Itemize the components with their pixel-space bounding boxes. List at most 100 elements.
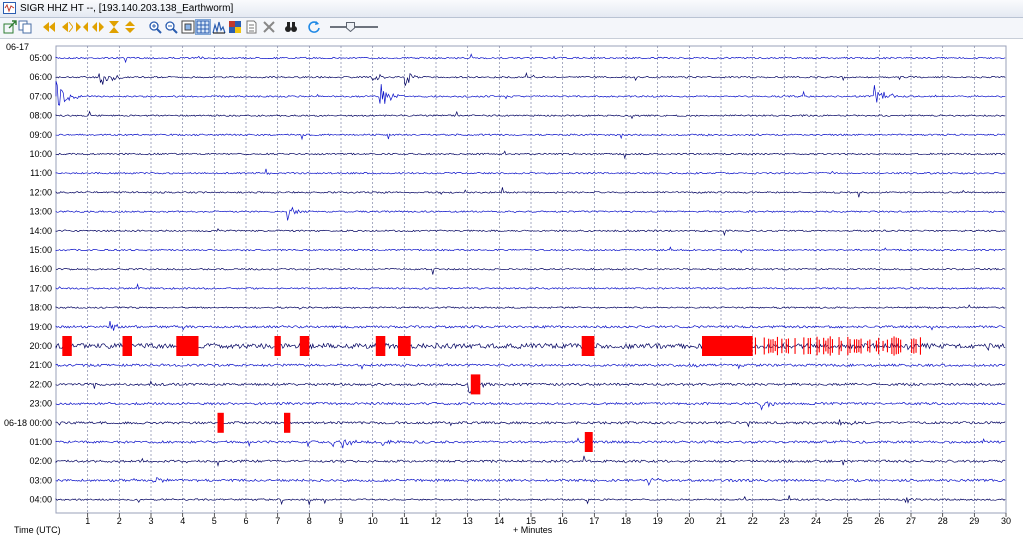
- minute-tick-label: 9: [338, 516, 343, 526]
- clipped-signal: [860, 338, 862, 354]
- clipped-signal: [217, 412, 224, 433]
- minute-tick-label: 23: [779, 516, 789, 526]
- export-icon[interactable]: [3, 20, 17, 34]
- clipped-signal: [816, 336, 818, 356]
- hour-label: 14:00: [29, 226, 52, 236]
- clipped-signal: [284, 412, 291, 433]
- trace-row: [55, 362, 1006, 370]
- clipped-signal: [818, 339, 820, 353]
- trace-row: [55, 110, 1006, 120]
- minute-tick-label: 10: [368, 516, 378, 526]
- clipped-signal: [176, 336, 199, 356]
- hourglass-icon[interactable]: [107, 20, 121, 34]
- fit-page-icon[interactable]: [181, 20, 195, 34]
- minute-tick-label: 7: [275, 516, 280, 526]
- trace-row: [55, 72, 1006, 86]
- clipped-signal: [869, 339, 871, 353]
- zoom-in-icon[interactable]: [148, 20, 162, 34]
- hour-label: 19:00: [29, 322, 52, 332]
- rewind-fast-icon[interactable]: [42, 20, 56, 34]
- minute-tick-label: 21: [716, 516, 726, 526]
- hour-label: 11:00: [30, 168, 52, 178]
- hour-label: 13:00: [29, 207, 52, 217]
- hour-label: 21:00: [29, 360, 52, 370]
- clipped-signal: [911, 339, 913, 353]
- zoom-out-icon[interactable]: [164, 20, 178, 34]
- clipped-signal: [776, 336, 778, 356]
- hour-label: 20:00: [29, 341, 52, 351]
- clipped-signal: [895, 337, 897, 355]
- trace-row: [55, 380, 1006, 394]
- clip-layer: [62, 336, 921, 452]
- minute-tick-label: 14: [494, 516, 504, 526]
- minute-tick-label: 3: [148, 516, 153, 526]
- minute-tick-label: 8: [307, 516, 312, 526]
- minute-tick-label: 27: [906, 516, 916, 526]
- close-icon[interactable]: [262, 20, 276, 34]
- minute-tick-label: 16: [558, 516, 568, 526]
- clipped-signal: [770, 339, 772, 353]
- minute-tick-label: 6: [243, 516, 248, 526]
- trace-row: [55, 419, 1006, 428]
- minute-tick-label: 19: [653, 516, 663, 526]
- trace-row: [55, 246, 1006, 254]
- minute-tick-label: 12: [431, 516, 441, 526]
- trace-row: [55, 168, 1006, 176]
- clipped-signal: [823, 337, 825, 355]
- clipped-signal: [702, 336, 753, 356]
- toolbar: [0, 18, 1023, 39]
- clipped-signal: [581, 336, 595, 356]
- grid-view-icon[interactable]: [195, 19, 211, 35]
- clipped-signal: [875, 340, 877, 352]
- clipped-signal: [398, 336, 411, 356]
- hour-label: 22:00: [29, 379, 52, 389]
- hour-label: 06:00: [29, 72, 52, 82]
- minute-tick-label: 28: [938, 516, 948, 526]
- date-label-top: 06-17: [6, 42, 29, 52]
- clipped-signal: [919, 337, 921, 355]
- clipped-signal: [763, 337, 765, 355]
- vertical-expand-icon[interactable]: [123, 20, 137, 34]
- minute-tick-label: 26: [874, 516, 884, 526]
- minute-tick-label: 22: [748, 516, 758, 526]
- trace-row: [55, 321, 1006, 331]
- clipped-signal: [807, 338, 809, 354]
- clipped-signal: [122, 336, 132, 356]
- clipped-signal: [858, 339, 860, 353]
- trace-row: [55, 187, 1006, 198]
- refresh-icon[interactable]: [307, 20, 321, 34]
- trace-row: [55, 206, 1006, 221]
- clipped-signal: [831, 339, 833, 353]
- clipped-signal: [787, 338, 789, 354]
- trace-row: [55, 401, 1006, 411]
- minute-tick-label: 5: [212, 516, 217, 526]
- expand-icon[interactable]: [91, 20, 105, 34]
- hour-label: 01:00: [29, 437, 52, 447]
- clipped-signal: [849, 339, 851, 353]
- hour-label: 09:00: [29, 130, 52, 140]
- hour-label: 17:00: [29, 283, 52, 293]
- copy-icon[interactable]: [18, 20, 32, 34]
- spectrum-icon[interactable]: [212, 20, 226, 34]
- clipped-signal: [794, 338, 796, 354]
- shrink-icon[interactable]: [75, 20, 89, 34]
- rewind-icon[interactable]: [59, 20, 73, 34]
- color-map-icon[interactable]: [228, 20, 242, 34]
- clipped-signal: [785, 339, 787, 353]
- minute-tick-label: 1: [85, 516, 90, 526]
- page-icon[interactable]: [244, 20, 258, 34]
- title-bar: SIGR HHZ HT --, [193.140.203.138_Earthwo…: [0, 0, 1023, 18]
- hour-label: 16:00: [29, 264, 52, 274]
- clipped-signal: [62, 336, 72, 356]
- binoculars-icon[interactable]: [284, 20, 298, 34]
- clipped-signal: [878, 337, 880, 355]
- zoom-slider[interactable]: [330, 22, 378, 33]
- minute-tick-label: 25: [843, 516, 853, 526]
- clipped-signal: [768, 338, 770, 354]
- slider-thumb[interactable]: [346, 22, 355, 33]
- helicorder-plot[interactable]: 06-17 05:00 06:00 07:00 08:00 09:00 10:00 11:0…: [0, 38, 1023, 539]
- trace-row: [55, 476, 1006, 486]
- minute-tick-label: 11: [400, 516, 409, 526]
- clipped-signal: [774, 340, 776, 352]
- hour-label: 18:00: [29, 303, 52, 313]
